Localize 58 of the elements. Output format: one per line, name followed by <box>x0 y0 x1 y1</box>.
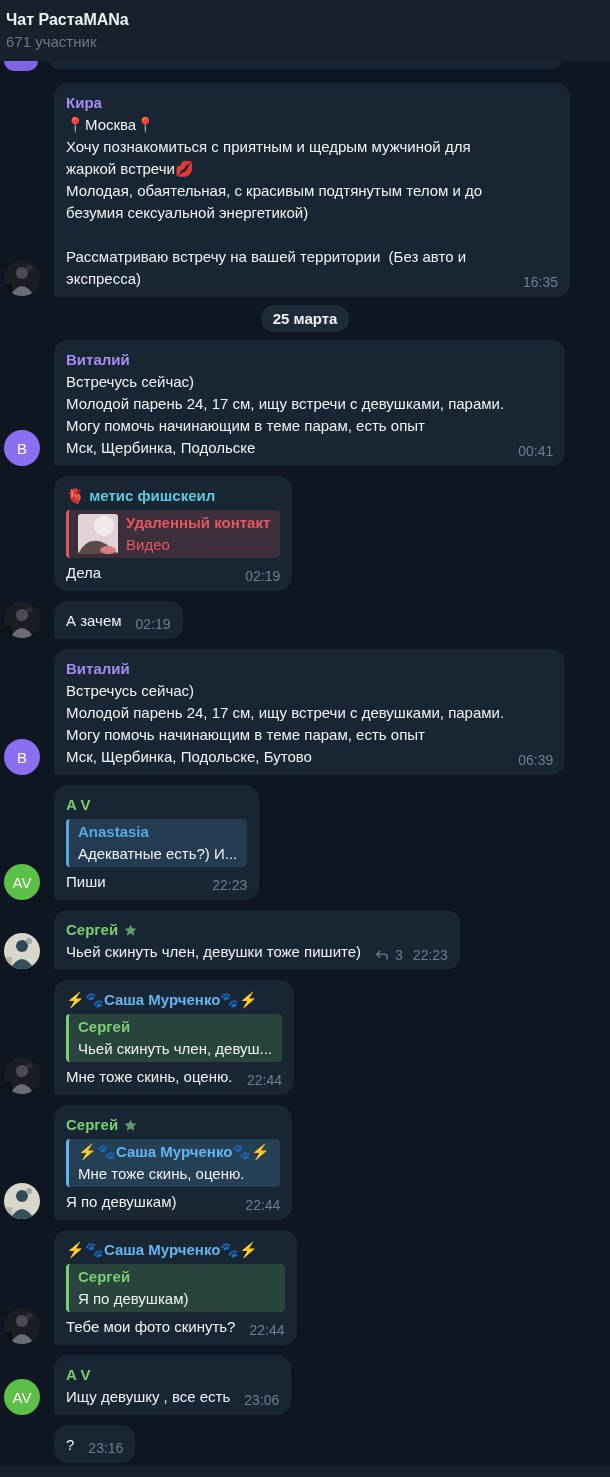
reply-quote[interactable]: Сергей Чьей скинуть член, девуш... <box>66 1014 283 1062</box>
sender-name[interactable]: Виталий <box>66 658 130 680</box>
message-text: Встречусь сейчас) Молодой парень 24, 17 см, ищу встречи с девушками, парами. Могу помочь начинающим в теме парам, есть опыт Мск, Щербинка, Подольске <box>66 372 505 458</box>
message-text: Чьей скинуть член, девушки тоже пишите) <box>66 942 362 962</box>
sender-name[interactable]: Сергей <box>66 1114 119 1136</box>
message-time: 23:06 <box>244 1391 280 1410</box>
message-time: 23:16 <box>88 1439 124 1458</box>
message-text: Мне тоже скинь, оценю. <box>66 1067 233 1087</box>
reply-quote[interactable]: ⚡🐾Саша Мурченко🐾⚡ Мне тоже скинь, оценю. <box>66 1139 281 1187</box>
reply-quote[interactable]: Сергей Я по девушкам) <box>66 1264 285 1312</box>
reply-author: ⚡🐾Саша Мурченко🐾⚡ <box>78 1142 271 1162</box>
message-text: Дела <box>66 563 102 583</box>
sender-name[interactable]: A V <box>66 1364 91 1386</box>
message-text: Я по девушкам) <box>66 1192 177 1212</box>
member-count: 671 участник <box>6 32 98 52</box>
message-time: 02:19 <box>245 567 281 586</box>
sender-name[interactable]: 🫀 метис фишскеил <box>66 485 216 507</box>
message-time: 22:44 <box>247 1071 283 1090</box>
reply-text: Адекватные есть?) И... <box>78 844 238 864</box>
reply-quote[interactable]: Anastasia Адекватные есть?) И... <box>66 819 248 867</box>
message-time: 22:44 <box>249 1321 285 1340</box>
message-text: Встречусь сейчас) Молодой парень 24, 17 см, ищу встречи с девушками, парами. Могу помочь начинающим в теме парам, есть опыт Мск, Щербинка, Подольске, Бутово <box>66 681 505 767</box>
message-time: 22:23 <box>212 876 248 895</box>
sender-name[interactable]: A V <box>66 794 91 816</box>
reply-author: Сергей <box>78 1017 132 1037</box>
reply-text: Я по девушкам) <box>78 1289 189 1309</box>
date-pill: 25 марта <box>260 305 350 332</box>
message-text: Ищу девушку , все есть <box>66 1387 231 1407</box>
message-time: 16:35 <box>522 273 558 292</box>
reply-icon <box>375 948 390 962</box>
reply-text: Видео <box>126 535 171 555</box>
message-time: 22:44 <box>245 1196 281 1215</box>
reply-author: Удаленный контакт <box>126 513 271 533</box>
message-time: 00:41 <box>518 442 554 461</box>
sender-name[interactable]: Виталий <box>66 349 130 371</box>
reply-number: 3 <box>395 946 403 965</box>
sender-name[interactable]: Кира <box>66 92 102 114</box>
reply-text: Чьей скинуть член, девуш... <box>78 1039 273 1059</box>
message-text: Пиши <box>66 872 106 892</box>
reply-count[interactable]: 3 <box>375 944 403 966</box>
message-text: ? <box>66 1435 75 1455</box>
reply-quote[interactable]: Удаленный контакт Видео <box>66 510 281 558</box>
message-text: А зачем <box>66 611 122 631</box>
message-text: 📍Москва📍 Хочу познакомиться с приятным и щедрым мужчиной для жаркой встречи💋 Молодая, обаятельная, с красивым подтянутым телом и до безумия сексуальной энергетикой) Рассматриваю встречу на вашей территории (Без авто и экспресса) <box>66 115 484 289</box>
message-text: Тебе мои фото скинуть? <box>66 1317 236 1337</box>
reply-text: Мне тоже скинь, оценю. <box>78 1164 246 1184</box>
sender-name[interactable]: ⚡🐾Саша Мурченко🐾⚡ <box>66 989 259 1011</box>
message-time: 22:23 <box>412 946 448 965</box>
avatar[interactable]: В <box>4 739 40 775</box>
sender-name[interactable]: ⚡🐾Саша Мурченко🐾⚡ <box>66 1239 259 1261</box>
avatar <box>4 61 38 71</box>
chat-title[interactable]: Чат РастаMANa <box>6 9 604 31</box>
message-time: 02:19 <box>135 615 171 634</box>
sender-name[interactable]: Сергей <box>66 919 119 941</box>
reply-author: Сергей <box>78 1267 132 1287</box>
message-time: 06:39 <box>518 751 554 770</box>
avatar[interactable]: В <box>4 430 40 466</box>
reply-author: Anastasia <box>78 822 150 842</box>
